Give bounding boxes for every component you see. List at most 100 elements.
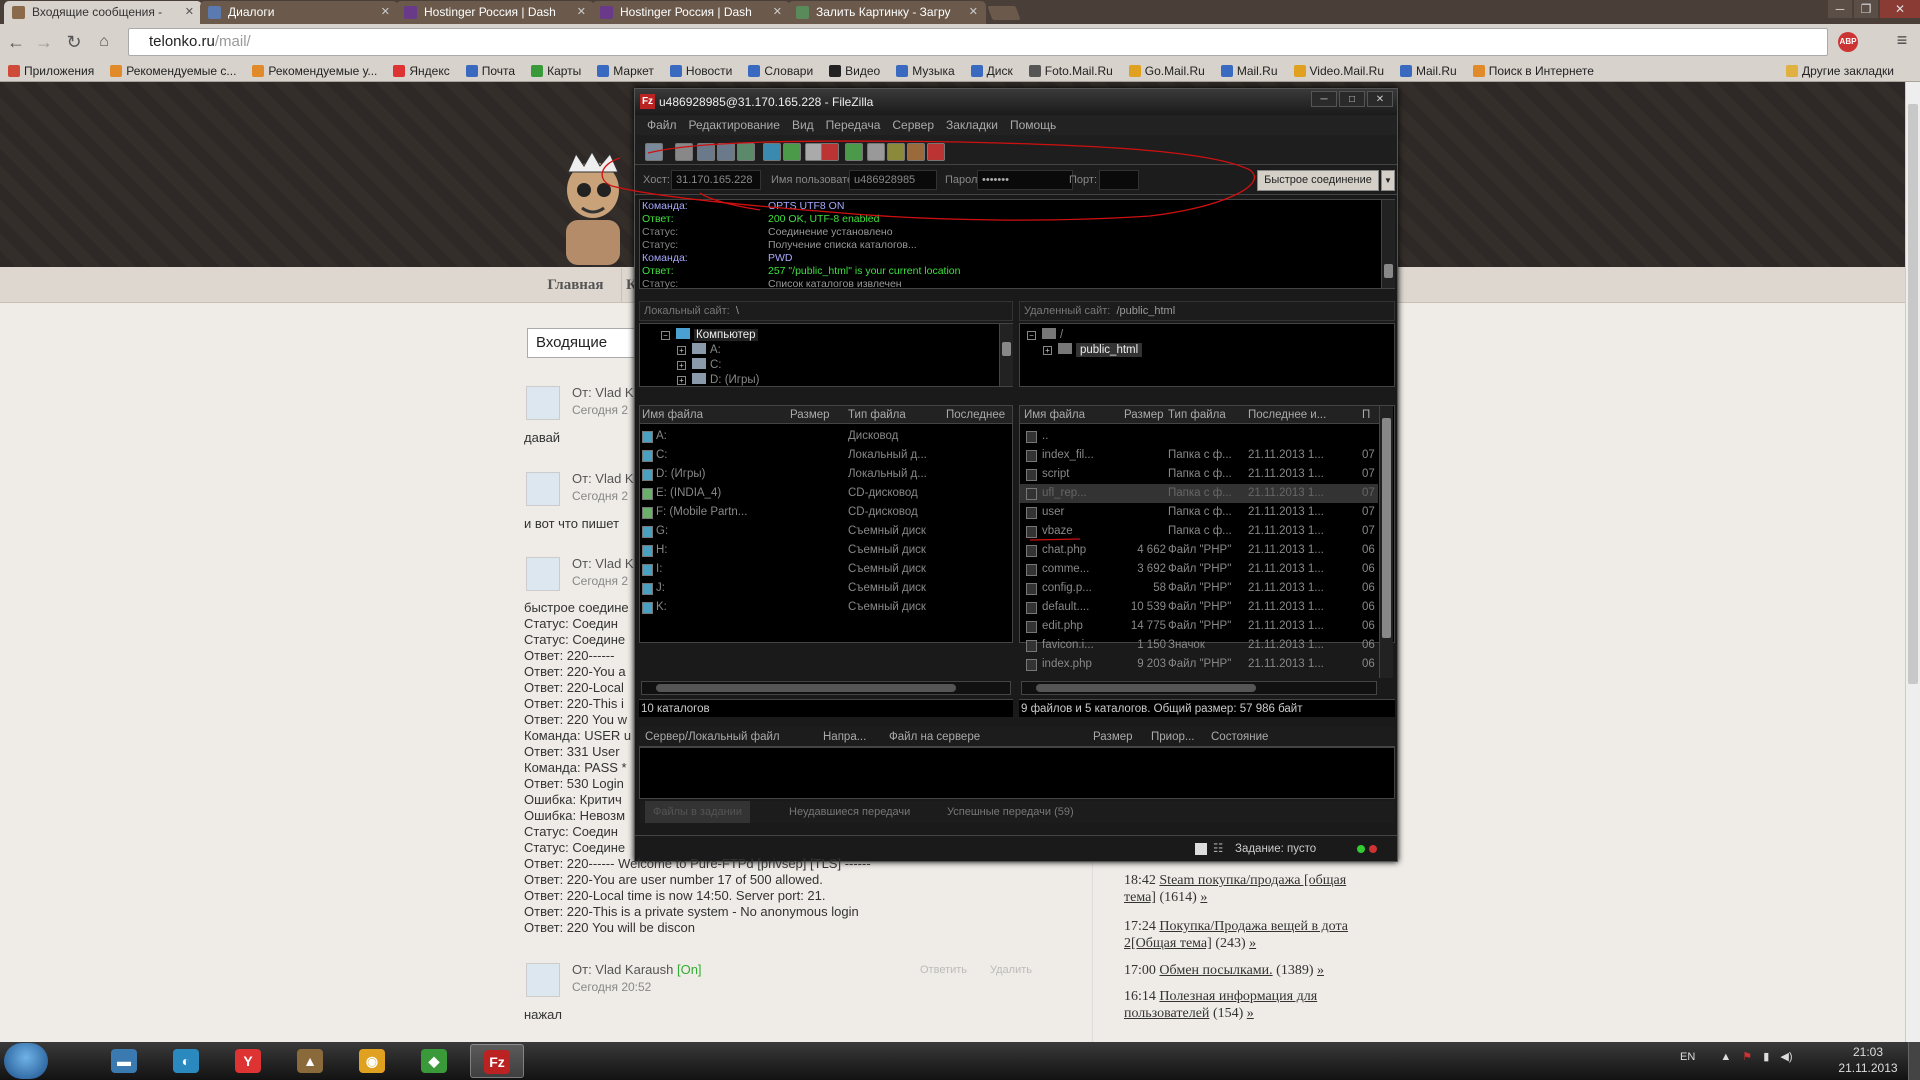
file-row[interactable]: default.... 10 539 Файл "PHP" 21.11.2013 1.… <box>1020 598 1378 617</box>
close-tab-icon[interactable]: ✕ <box>969 1 978 23</box>
file-row[interactable]: D: (Игры) Локальный д... <box>640 465 1000 484</box>
file-row[interactable]: config.p... 58 Файл "PHP" 21.11.2013 1... 06 <box>1020 579 1378 598</box>
reload-icon[interactable]: ↻ <box>62 30 86 54</box>
reconnect-icon[interactable] <box>845 143 863 161</box>
tree-node[interactable]: − / <box>1027 328 1063 341</box>
col-local-file[interactable]: Сервер/Локальный файл <box>645 727 780 746</box>
close-tab-icon[interactable]: ✕ <box>773 1 782 23</box>
tree-node[interactable]: + C: <box>677 358 722 371</box>
close-tab-icon[interactable]: ✕ <box>577 1 586 23</box>
file-row[interactable]: I: Съемный диск <box>640 560 1000 579</box>
site-manager-icon[interactable] <box>645 143 663 161</box>
bookmark-item[interactable]: Mail.Ru <box>1220 64 1278 78</box>
start-button[interactable] <box>4 1043 48 1079</box>
file-row[interactable]: A: Дисковод <box>640 427 1000 446</box>
clock[interactable]: 21:03 21.11.2013 <box>1828 1044 1908 1076</box>
browser-tab[interactable]: Hostinger Россия | Dash ✕ <box>396 1 594 24</box>
file-row[interactable]: index.php 9 203 Файл "PHP" 21.11.2013 1... 0… <box>1020 655 1378 674</box>
bookmark-item[interactable]: Mail.Ru <box>1400 64 1457 78</box>
local-tree-scrollbar[interactable] <box>999 324 1013 386</box>
col-type[interactable]: Тип файла <box>848 406 906 423</box>
tray-arrow-icon[interactable]: ▲ <box>1720 1051 1731 1063</box>
local-hscrollbar[interactable] <box>641 681 1011 695</box>
show-desktop-button[interactable] <box>1908 1042 1920 1080</box>
taskbar-app-app-6[interactable]: ◆ <box>408 1044 462 1078</box>
filter-icon[interactable] <box>887 143 905 161</box>
menu-item[interactable]: Редактирование <box>689 115 780 135</box>
file-row[interactable]: index_fil... Папка с ф... 21.11.2013 1... 0… <box>1020 446 1378 465</box>
remote-site-path[interactable]: /public_html <box>1116 305 1175 317</box>
expand-icon[interactable]: + <box>677 376 686 385</box>
tree-node[interactable]: + D: (Игры) <box>677 373 759 386</box>
col-type[interactable]: Тип файла <box>1168 406 1226 423</box>
back-icon[interactable]: ← <box>4 30 28 54</box>
maximize-icon[interactable]: □ <box>1339 91 1365 107</box>
page-scrollbar[interactable] <box>1905 82 1920 1042</box>
bookmark-item[interactable]: Поиск в Интернете <box>1472 64 1594 78</box>
remote-vscrollbar[interactable] <box>1379 406 1393 678</box>
menu-item[interactable]: Вид <box>792 115 814 135</box>
file-row[interactable]: favicon.i... 1 150 Значок 21.11.2013 1... 06 <box>1020 636 1378 655</box>
home-icon[interactable]: ⌂ <box>92 30 116 54</box>
tab-queued-files[interactable]: Файлы в задании <box>645 801 750 823</box>
restore-icon[interactable]: ❐ <box>1854 0 1878 18</box>
file-row[interactable]: chat.php 4 662 Файл "PHP" 21.11.2013 1... 06 <box>1020 541 1378 560</box>
bookmark-item[interactable]: Приложения <box>8 64 94 78</box>
tree-local-icon[interactable] <box>697 143 715 161</box>
topic-last-link[interactable]: » <box>1247 1006 1254 1021</box>
port-input[interactable] <box>1099 170 1139 190</box>
browser-tab[interactable]: Hostinger Россия | Dash ✕ <box>592 1 790 24</box>
file-row[interactable]: H: Съемный диск <box>640 541 1000 560</box>
browser-tab[interactable]: Залить Картинку - Загру ✕ <box>788 1 986 24</box>
tree-node[interactable]: + A: <box>677 343 721 356</box>
tab-successful-transfers[interactable]: Успешные передачи (59) <box>947 801 1074 823</box>
refresh-icon[interactable] <box>763 143 781 161</box>
queue-toggle-icon[interactable] <box>737 143 755 161</box>
tree-node[interactable]: + public_html <box>1043 343 1143 357</box>
file-row[interactable]: edit.php 14 775 Файл "PHP" 21.11.2013 1... 0… <box>1020 617 1378 636</box>
flag-icon[interactable]: ⚑ <box>1742 1051 1752 1063</box>
menu-item[interactable]: Файл <box>647 115 677 135</box>
close-tab-icon[interactable]: ✕ <box>381 1 390 23</box>
col-permissions[interactable]: П <box>1362 406 1370 423</box>
file-row[interactable]: K: Съемный диск <box>640 598 1000 617</box>
tab-failed-transfers[interactable]: Неудавшиеся передачи <box>789 801 910 823</box>
host-input[interactable]: 31.170.165.228 <box>671 170 761 190</box>
col-modified[interactable]: Последнее <box>946 406 1005 423</box>
col-filename[interactable]: Имя файла <box>642 406 703 423</box>
close-tab-icon[interactable]: ✕ <box>185 1 194 23</box>
topic-link[interactable]: Steam покупка/продажа [общая тема] <box>1124 873 1346 905</box>
bookmark-item[interactable]: Маркет <box>597 64 654 78</box>
collapse-icon[interactable]: − <box>1027 331 1036 340</box>
new-tab-button[interactable] <box>987 6 1021 20</box>
sync-browse-icon[interactable] <box>907 143 925 161</box>
col-size[interactable]: Размер <box>1093 727 1133 746</box>
network-icon[interactable]: ▮ <box>1763 1051 1769 1063</box>
taskbar-app-app-1[interactable]: ▬ <box>98 1044 152 1078</box>
directory-compare-icon[interactable] <box>867 143 885 161</box>
local-site-path[interactable]: \ <box>736 305 739 317</box>
col-state[interactable]: Состояние <box>1211 727 1268 746</box>
password-input[interactable]: ••••••• <box>977 170 1073 190</box>
col-priority[interactable]: Приор... <box>1151 727 1194 746</box>
bookmark-item[interactable]: Новости <box>669 64 732 78</box>
taskbar-app-app-2[interactable]: ◐ <box>160 1044 214 1078</box>
bookmark-item[interactable]: Foto.Mail.Ru <box>1028 64 1113 78</box>
file-row[interactable]: G: Съемный диск <box>640 522 1000 541</box>
close-icon[interactable]: ✕ <box>1367 91 1393 107</box>
file-row[interactable]: C: Локальный д... <box>640 446 1000 465</box>
username-input[interactable]: u486928985 <box>849 170 937 190</box>
bookmark-item[interactable]: Почта <box>465 64 515 78</box>
bookmark-item[interactable]: Рекомендуемые у... <box>252 64 377 78</box>
other-bookmarks[interactable]: Другие закладки <box>1786 64 1894 78</box>
topic-last-link[interactable]: » <box>1200 890 1207 905</box>
remote-hscrollbar[interactable] <box>1021 681 1377 695</box>
browser-tab[interactable]: Входящие сообщения - ✕ <box>4 1 202 24</box>
chrome-menu-icon[interactable]: ≡ <box>1892 30 1912 54</box>
reply-link[interactable]: Ответить <box>920 964 967 976</box>
topic-last-link[interactable]: » <box>1249 936 1256 951</box>
tree-remote-icon[interactable] <box>717 143 735 161</box>
file-row[interactable]: comme... 3 692 Файл "PHP" 21.11.2013 1... 06 <box>1020 560 1378 579</box>
topic-last-link[interactable]: » <box>1317 963 1324 978</box>
url-input[interactable]: telonko.ru/mail/ <box>128 28 1828 56</box>
